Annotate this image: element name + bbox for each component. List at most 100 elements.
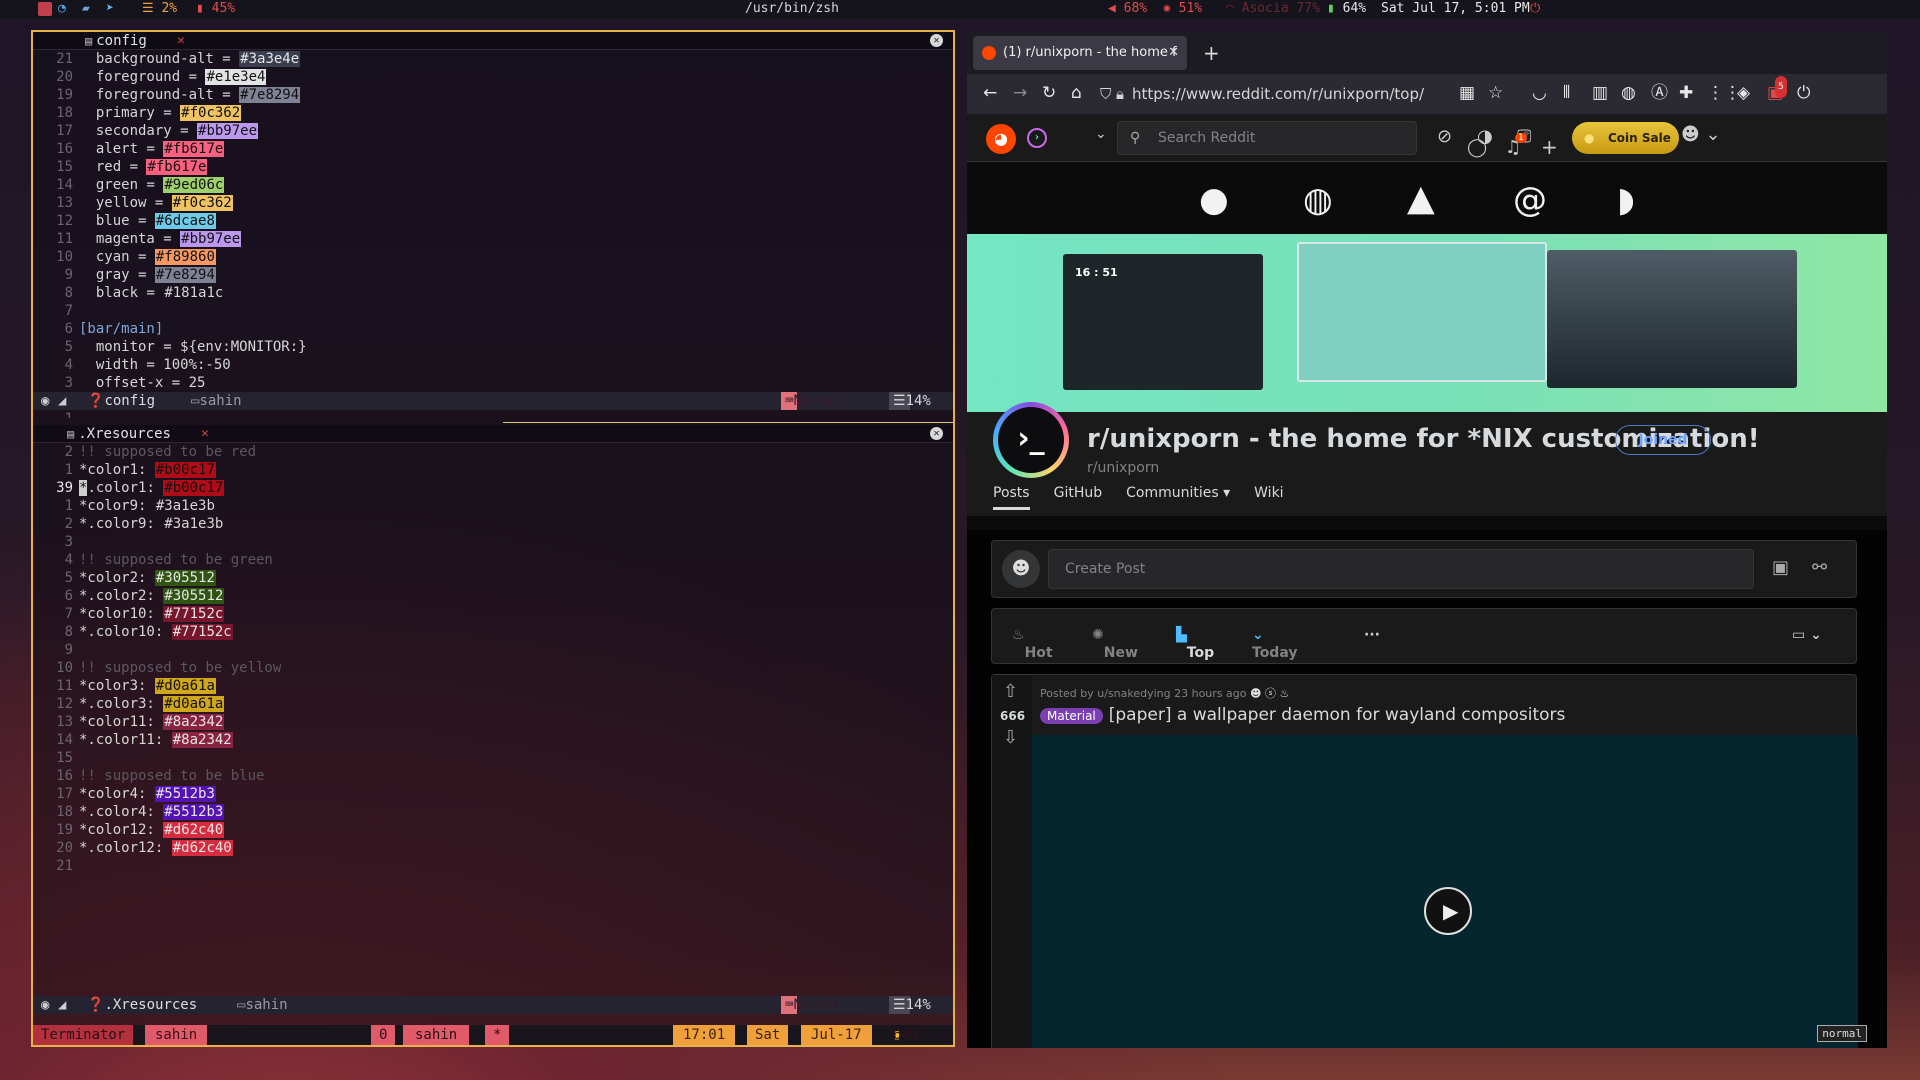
power-icon[interactable]: ⏻ (1797, 82, 1810, 104)
code-line[interactable]: 2 *.color9: #3a1e3b (33, 515, 953, 533)
code-area[interactable]: 21 background-alt = #3a3e4e 20 foreground… (33, 50, 953, 418)
code-line[interactable]: 15 (33, 749, 953, 767)
power-icon[interactable]: ⏻ (1530, 1, 1540, 17)
code-line[interactable]: 9 gray = #7e8294 (33, 266, 953, 284)
post-flair[interactable]: Material (1040, 708, 1103, 724)
user-avatar[interactable]: ☻ (1002, 550, 1040, 588)
link-icon[interactable]: ⚯ (1812, 557, 1827, 578)
code-line[interactable]: 14 green = #9ed06c (33, 176, 953, 194)
globe-icon[interactable]: ◍ (1621, 82, 1636, 104)
sort-top[interactable]: ▙ Top (1176, 627, 1214, 661)
create-post-input[interactable]: Create Post (1048, 549, 1754, 589)
code-line[interactable]: 13 yellow = #f0c362 (33, 194, 953, 212)
joined-button[interactable]: Joined (1615, 425, 1711, 455)
post-meta-text[interactable]: Posted by u/snakedying 23 hours ago (1040, 687, 1247, 700)
code-line[interactable]: 7 *color10: #77152c (33, 605, 953, 623)
sort-range-dropdown[interactable]: Today ⌄ (1252, 627, 1297, 661)
wifi-stat[interactable]: ◠ Asocia 77% (1226, 1, 1320, 17)
code-line[interactable]: 11 *color3: #d0a61a (33, 677, 953, 695)
code-line[interactable]: 10 !! supposed to be yellow (33, 659, 953, 677)
close-pane-icon[interactable]: ✕ (930, 34, 943, 47)
code-line[interactable]: 4 !! supposed to be green (33, 551, 953, 569)
tab-github[interactable]: GitHub (1054, 485, 1103, 510)
lock-icon[interactable]: 🔒︎ (1116, 80, 1124, 108)
code-line[interactable]: 10 cyan = #f89860 (33, 248, 953, 266)
apps-grid-icon[interactable]: ⋮⋮ (1707, 82, 1741, 104)
code-line[interactable]: 17 secondary = #bb97ee (33, 122, 953, 140)
code-line[interactable]: 13 *color11: #8a2342 (33, 713, 953, 731)
tab-close-icon[interactable]: ✕ (201, 426, 209, 441)
code-area[interactable]: 2!! supposed to be red 1 *color1: #b00c17 3… (33, 443, 953, 875)
editor-pane-config[interactable]: ▤ config ✕ ✕ 21 background-alt = #3a3e4e… (33, 32, 953, 418)
forward-icon[interactable]: → (1013, 82, 1027, 104)
tab-communities[interactable]: Communities ▾ (1126, 485, 1230, 510)
tmux-window-index[interactable]: 0 (371, 1025, 396, 1045)
code-line[interactable]: 11 magenta = #bb97ee (33, 230, 953, 248)
url-bar[interactable]: ⛉ 🔒︎ https://www.reddit.com/r/unixporn/t… (1092, 80, 1442, 108)
code-line[interactable]: 2 !! supposed to be red (33, 443, 953, 461)
code-line[interactable]: 1 *color1: #b00c17 (33, 461, 953, 479)
account-icon[interactable]: Ⓐ (1651, 82, 1668, 104)
volume-stat[interactable]: ◀ 68% (1108, 1, 1147, 17)
chat-icon[interactable]: ◯ (1467, 137, 1487, 158)
play-button[interactable]: ▶ (1424, 887, 1472, 935)
downvote-icon[interactable]: ⇩ (1003, 727, 1018, 748)
user-avatar[interactable]: ☻ ⌄ (1681, 124, 1721, 145)
game-icon[interactable]: ◈ (1737, 82, 1750, 104)
sort-new[interactable]: ✺ New (1092, 627, 1138, 661)
search-input[interactable]: ⚲ Search Reddit (1117, 121, 1417, 155)
code-line[interactable]: 15 red = #fb617e (33, 158, 953, 176)
shield-icon[interactable]: ⛉ (1100, 80, 1111, 108)
code-line[interactable]: 39 *.color1: #b00c17 (33, 479, 953, 497)
sidebar-icon[interactable]: ▥ (1592, 82, 1608, 104)
more-options-icon[interactable]: ··· (1364, 627, 1380, 643)
grid-icon[interactable]: ▦ (1459, 82, 1475, 104)
code-line[interactable]: 7 (33, 302, 953, 320)
reddit-logo-icon[interactable]: ◕ (986, 124, 1016, 154)
code-line[interactable]: 19 foreground-alt = #7e8294 (33, 86, 953, 104)
code-line[interactable]: 1 (33, 410, 953, 418)
terminal-window[interactable]: ▤ config ✕ ✕ 21 background-alt = #3a3e4e… (31, 30, 955, 1047)
code-line[interactable]: 3 offset-x = 25 (33, 374, 953, 392)
code-line[interactable]: 12 blue = #6dcae8 (33, 212, 953, 230)
library-icon[interactable]: ⫴ (1563, 82, 1570, 104)
addon-icon[interactable]: ▣5 (1767, 76, 1787, 104)
browser-window[interactable]: (1) r/unixporn - the home f ✕ + ← → ↻ ⌂ … (967, 32, 1887, 1048)
new-tab-button[interactable]: + (1203, 36, 1220, 70)
code-line[interactable]: 4 width = 100%:-50 (33, 356, 953, 374)
close-pane-icon[interactable]: ✕ (930, 427, 943, 440)
code-line[interactable]: 12 *.color3: #d0a61a (33, 695, 953, 713)
editor-pane-xresources[interactable]: ▤ .Xresources ✕ ✕ 2 !! supposed to be red… (33, 425, 953, 895)
code-line[interactable]: 18 *.color4: #5512b3 (33, 803, 953, 821)
view-layout-icon[interactable]: ▭ ⌄ (1792, 627, 1822, 643)
code-line[interactable]: 3 (33, 533, 953, 551)
edge-icon[interactable]: ◔ (58, 1, 66, 17)
tab-posts[interactable]: Posts (993, 485, 1030, 510)
post-video[interactable]: ▶ (1032, 735, 1858, 1048)
popular-icon[interactable]: ⊘ (1437, 126, 1452, 147)
code-line[interactable]: 17 *color4: #5512b3 (33, 785, 953, 803)
home-icon[interactable]: ⌂ (1071, 82, 1082, 104)
code-line[interactable]: 6 *.color2: #305512 (33, 587, 953, 605)
back-icon[interactable]: ← (983, 82, 997, 104)
code-line[interactable]: 20 *.color12: #d62c40 (33, 839, 953, 857)
reload-icon[interactable]: ↻ (1042, 82, 1056, 104)
code-line[interactable]: 21 background-alt = #3a3e4e (33, 50, 953, 68)
telegram-icon[interactable]: ➤ (106, 1, 114, 17)
tab-close-icon[interactable]: ✕ (177, 33, 185, 48)
chevron-down-icon[interactable]: ⌄ (1095, 126, 1107, 142)
tab-wiki[interactable]: Wiki (1254, 485, 1283, 510)
tab-close-icon[interactable]: ✕ (1168, 36, 1179, 70)
code-line[interactable]: 18 primary = #f0c362 (33, 104, 953, 122)
code-line[interactable]: 6 [bar/main] (33, 320, 953, 338)
post-card[interactable]: ⇧ 666 ⇩ Posted by u/snakedying 23 hours … (991, 674, 1858, 1048)
notification-icon[interactable]: ♫ 1 (1505, 133, 1527, 158)
pocket-icon[interactable]: ◡ (1532, 82, 1547, 104)
code-line[interactable]: 1 *color9: #3a1e3b (33, 497, 953, 515)
code-line[interactable]: 20 foreground = #e1e3e4 (33, 68, 953, 86)
tab-config[interactable]: config (96, 33, 147, 49)
image-upload-icon[interactable]: ▣ (1772, 557, 1789, 578)
post-title[interactable]: [paper] a wallpaper daemon for wayland c… (1109, 705, 1566, 725)
code-line[interactable]: 19 *color12: #d62c40 (33, 821, 953, 839)
coin-sale-button[interactable]: ● Coin Sale (1572, 122, 1679, 154)
